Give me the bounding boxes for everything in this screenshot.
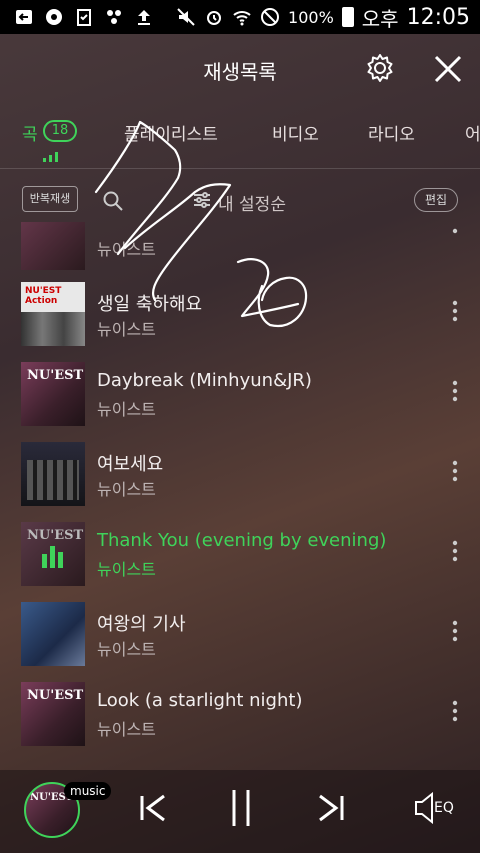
next-track-icon[interactable]: [316, 792, 346, 824]
pause-icon[interactable]: [228, 788, 254, 828]
handwritten-scribble: [94, 120, 308, 328]
mini-player: NU'EST music EQ: [0, 770, 480, 853]
speaker-icon[interactable]: [414, 792, 436, 824]
eq-label[interactable]: EQ: [434, 800, 454, 816]
previous-track-icon[interactable]: [138, 792, 168, 824]
music-tag: music: [64, 782, 112, 800]
